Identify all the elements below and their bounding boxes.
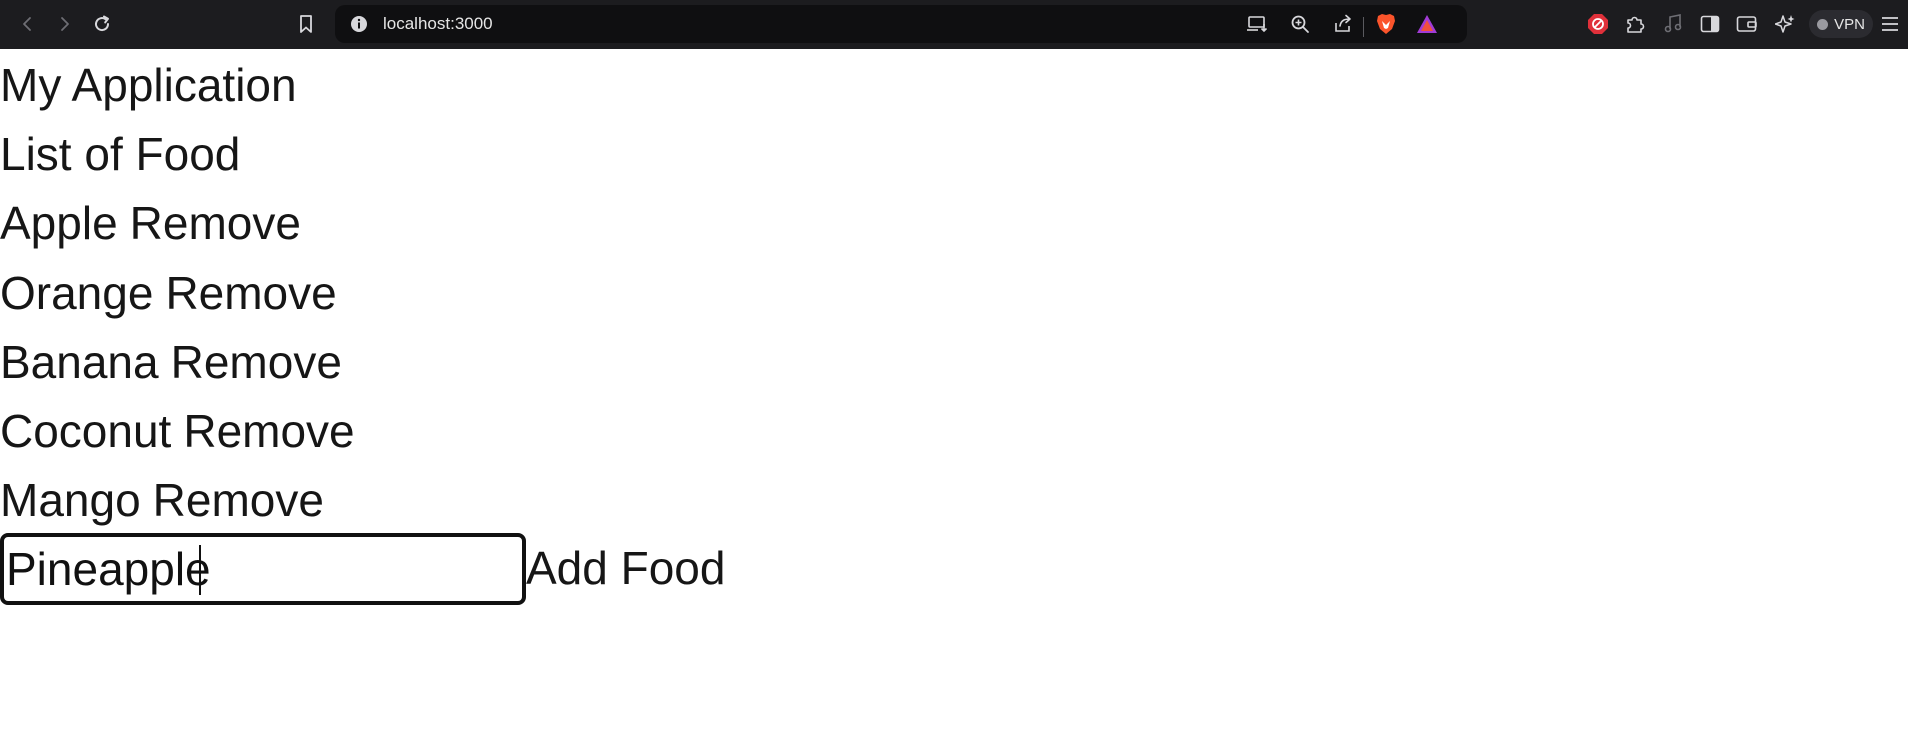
back-button[interactable] [14,10,42,38]
adblock-button[interactable] [1584,10,1612,38]
media-icon [1664,14,1682,33]
sidebar-icon [1700,15,1720,33]
list-heading: List of Food [0,128,241,180]
food-item: Apple Remove [0,195,301,251]
app-title: My Application [0,59,297,111]
food-input[interactable] [0,533,526,605]
menu-button[interactable] [1876,10,1904,38]
food-name: Mango [0,474,141,526]
brave-shields-icon[interactable] [1374,13,1398,35]
reload-icon [95,15,110,32]
urlbar-separator [1363,17,1364,37]
food-name: Orange [0,267,154,319]
vpn-button[interactable]: VPN [1809,10,1873,38]
food-item: Orange Remove [0,265,337,321]
food-item: Coconut Remove [0,403,355,459]
bookmark-icon [300,15,312,33]
remove-button[interactable]: Remove [130,195,301,251]
sidebar-button[interactable] [1696,10,1724,38]
food-item: Mango Remove [0,472,324,528]
forward-button[interactable] [50,10,78,38]
extensions-icon [1627,16,1645,33]
browser-toolbar: localhost:3000 VPN [0,0,1908,49]
page-content: My Application List of Food Apple Remove… [0,49,1908,747]
remove-button[interactable]: Remove [171,334,342,390]
wallet-button[interactable] [1733,10,1761,38]
media-button[interactable] [1659,10,1687,38]
food-name: Banana [0,336,159,388]
leo-ai-icon [1775,15,1795,33]
forward-icon [61,17,69,31]
back-icon [23,17,31,31]
food-name: Apple [0,197,118,249]
food-item: Banana Remove [0,334,342,390]
brave-rewards-icon[interactable] [1415,13,1439,35]
menu-icon [1882,17,1898,31]
reload-button[interactable] [88,10,116,38]
leo-ai-button[interactable] [1771,10,1799,38]
share-icon[interactable] [1331,13,1355,35]
adblock-icon [1588,14,1608,34]
vpn-status-icon [1817,18,1829,30]
zoom-icon[interactable] [1288,13,1312,35]
food-name: Coconut [0,405,172,457]
wallet-icon [1736,16,1757,32]
add-food-button[interactable]: Add Food [526,540,725,596]
extensions-button[interactable] [1621,10,1649,38]
address-bar[interactable]: localhost:3000 [335,5,1467,43]
text-caret [199,545,201,595]
install-app-icon[interactable] [1245,13,1269,35]
url-text[interactable]: localhost:3000 [383,15,493,33]
vpn-label: VPN [1834,15,1865,33]
site-info-icon[interactable] [347,13,371,35]
bookmark-button[interactable] [292,10,320,38]
remove-button[interactable]: Remove [183,403,354,459]
remove-button[interactable]: Remove [165,265,336,321]
remove-button[interactable]: Remove [153,472,324,528]
